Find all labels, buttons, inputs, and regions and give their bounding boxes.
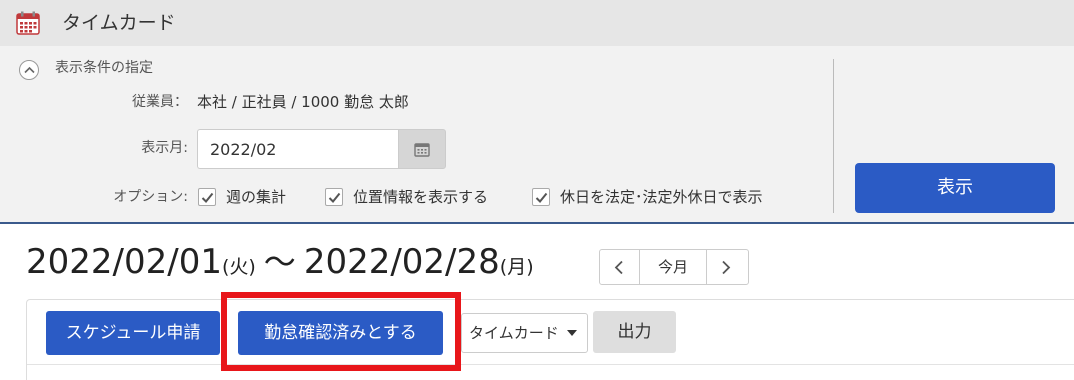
view-select[interactable]: タイムカード	[461, 313, 588, 353]
chevron-up-icon	[24, 66, 35, 74]
conditions-heading: 表示条件の指定	[55, 60, 153, 76]
chevron-right-icon	[722, 260, 731, 275]
start-date: 2022/02/01	[26, 242, 222, 282]
holiday-type-label: 休日を法定･法定外休日で表示	[560, 188, 763, 206]
view-select-value: タイムカード	[469, 324, 559, 342]
start-weekday: (火)	[221, 256, 256, 278]
panel-divider	[833, 59, 834, 213]
collapse-button[interactable]	[19, 60, 39, 80]
page-title: タイムカード	[62, 12, 176, 34]
chevron-left-icon	[614, 260, 623, 275]
month-label: 表示月:	[141, 140, 188, 156]
location-checkbox[interactable]	[325, 188, 343, 206]
conditions-panel: 表示条件の指定 従業員： 本社 / 正社員 / 1000 勤怠 太郎 表示月: …	[0, 46, 1074, 224]
holiday-type-checkbox[interactable]	[532, 188, 550, 206]
weekly-summary-checkbox[interactable]	[198, 188, 216, 206]
end-date: 2022/02/28	[303, 242, 500, 282]
caret-down-icon	[567, 330, 577, 336]
date-range: 2022/02/01(火) ～ 2022/02/28(月)	[26, 240, 534, 290]
calendar-picker-icon	[414, 143, 430, 157]
options-label: オプション:	[113, 189, 188, 205]
check-icon	[201, 192, 214, 203]
employee-label: 従業員：	[132, 94, 188, 110]
check-icon	[535, 192, 548, 203]
month-picker-button[interactable]	[398, 129, 446, 169]
range-separator: ～	[263, 243, 296, 281]
highlight-box	[221, 292, 461, 371]
output-button[interactable]: 出力	[593, 311, 676, 353]
month-input[interactable]: 2022/02	[197, 129, 398, 169]
employee-value: 本社 / 正社員 / 1000 勤怠 太郎	[197, 93, 409, 111]
location-label: 位置情報を表示する	[353, 188, 489, 206]
toolbar-divider	[27, 364, 1074, 365]
end-weekday: (月)	[499, 256, 534, 278]
check-icon	[328, 192, 341, 203]
weekly-summary-label: 週の集計	[226, 188, 287, 206]
current-month-button[interactable]: 今月	[640, 250, 706, 284]
calendar-icon	[16, 11, 40, 35]
schedule-request-button[interactable]: スケジュール申請	[46, 311, 220, 355]
month-pager: 今月	[599, 249, 749, 285]
next-month-button[interactable]	[706, 250, 748, 284]
top-bar: タイムカード	[0, 0, 1074, 46]
prev-month-button[interactable]	[600, 250, 640, 284]
show-button[interactable]: 表示	[855, 163, 1055, 213]
